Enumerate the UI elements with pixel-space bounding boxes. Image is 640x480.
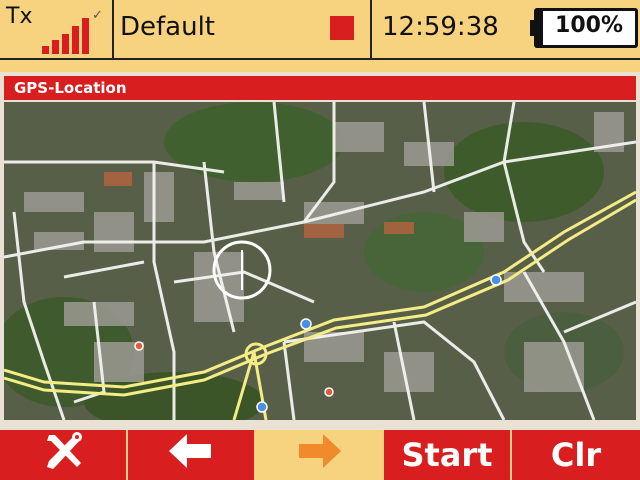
tools-button[interactable] (0, 430, 126, 480)
forward-button[interactable] (256, 430, 382, 480)
transmitter-signal[interactable]: Tx ✓ (0, 0, 112, 58)
clock-display[interactable]: 12:59:38 (372, 0, 522, 58)
start-button[interactable]: Start (384, 430, 510, 480)
status-bar: Tx ✓ Default 12:59:38 100% (0, 0, 640, 60)
tools-icon (41, 431, 85, 479)
clear-label: Clr (550, 436, 602, 474)
clock: 12:59:38 (382, 12, 499, 42)
stop-icon (330, 16, 354, 40)
start-label: Start (401, 436, 493, 474)
battery-label: 100% (555, 13, 623, 38)
clear-button[interactable]: Clr (512, 430, 640, 480)
satellite-map[interactable] (4, 102, 636, 420)
arrow-right-icon (297, 434, 341, 476)
tx-label: Tx (6, 4, 33, 29)
check-icon: ✓ (92, 8, 103, 23)
panel-title: GPS-Location (4, 76, 636, 100)
model-name: Default (120, 12, 215, 42)
arrow-left-icon (169, 434, 213, 476)
back-button[interactable] (128, 430, 254, 480)
model-selector[interactable]: Default (114, 0, 370, 58)
